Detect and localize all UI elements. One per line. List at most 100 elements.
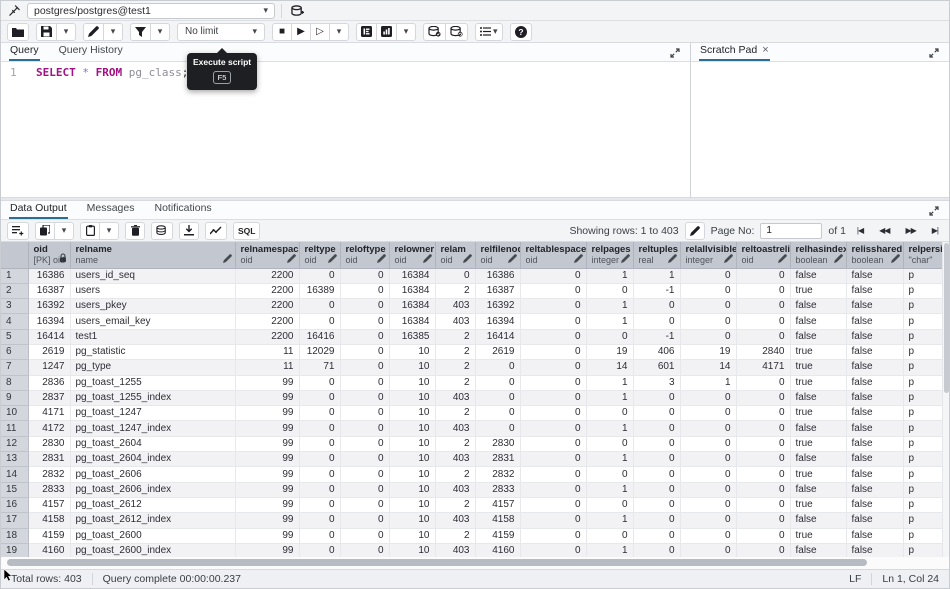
cell[interactable]: 0 <box>520 390 586 405</box>
cell[interactable]: 16414 <box>475 329 520 344</box>
cell[interactable]: 403 <box>435 543 475 557</box>
cell[interactable]: users <box>70 283 235 298</box>
cell[interactable]: 0 <box>680 421 736 436</box>
cell[interactable]: 4172 <box>28 421 70 436</box>
cell[interactable]: 2 <box>435 467 475 482</box>
cell[interactable]: false <box>846 436 903 451</box>
cell[interactable]: 0 <box>633 436 680 451</box>
row-limit-select[interactable]: No limit ▾ <box>177 23 265 41</box>
tab-messages[interactable]: Messages <box>86 199 136 219</box>
row-number[interactable]: 11 <box>1 421 28 436</box>
cell[interactable]: 0 <box>299 268 340 283</box>
cell[interactable]: false <box>846 329 903 344</box>
cell[interactable]: 16384 <box>389 283 435 298</box>
scratch-pad-content[interactable] <box>691 62 949 197</box>
cell[interactable]: 4158 <box>475 513 520 528</box>
cell[interactable]: 0 <box>736 436 790 451</box>
row-number[interactable]: 2 <box>1 283 28 298</box>
cell[interactable]: 10 <box>389 513 435 528</box>
cell[interactable]: 0 <box>520 406 586 421</box>
cell[interactable]: pg_toast_2600 <box>70 528 235 543</box>
cell[interactable]: 0 <box>736 375 790 390</box>
cell[interactable]: 12029 <box>299 344 340 359</box>
cell[interactable]: 10 <box>389 360 435 375</box>
cell[interactable]: 0 <box>299 467 340 482</box>
cell[interactable]: 406 <box>633 344 680 359</box>
next-page-button[interactable]: ▶▶ <box>900 224 920 237</box>
cell[interactable]: 0 <box>736 467 790 482</box>
grid-select-all-corner[interactable] <box>1 242 28 268</box>
cell[interactable]: false <box>846 452 903 467</box>
cell[interactable]: 0 <box>633 299 680 314</box>
cell[interactable]: 16385 <box>389 329 435 344</box>
cell[interactable]: 99 <box>235 497 299 512</box>
copy-options-button[interactable]: ▾ <box>54 222 74 240</box>
tab-scratch-pad[interactable]: Scratch Pad× <box>699 41 770 61</box>
cell[interactable]: 0 <box>340 543 389 557</box>
cell[interactable]: 0 <box>340 482 389 497</box>
save-file-button[interactable] <box>36 23 57 41</box>
execute-script-button[interactable]: ▶ <box>291 23 311 41</box>
cell[interactable]: 0 <box>299 497 340 512</box>
horizontal-scrollbar[interactable] <box>1 557 949 569</box>
cell[interactable]: 0 <box>680 452 736 467</box>
cell[interactable]: 2 <box>435 283 475 298</box>
rollback-button[interactable] <box>445 23 468 41</box>
explain-analyze-button[interactable] <box>376 23 397 41</box>
cell[interactable]: false <box>790 482 846 497</box>
cell[interactable]: 0 <box>633 314 680 329</box>
cell[interactable]: 99 <box>235 467 299 482</box>
cell[interactable]: 1 <box>680 375 736 390</box>
column-header-relallvisible[interactable]: relallvisibleinteger <box>680 242 736 268</box>
commit-button[interactable] <box>423 23 446 41</box>
cell[interactable]: false <box>790 268 846 283</box>
cell[interactable]: pg_toast_2606 <box>70 467 235 482</box>
cell[interactable]: 2200 <box>235 299 299 314</box>
cell[interactable]: 2 <box>435 360 475 375</box>
row-number[interactable]: 14 <box>1 467 28 482</box>
cell[interactable]: 0 <box>299 482 340 497</box>
cell[interactable]: 0 <box>680 299 736 314</box>
cell[interactable]: 0 <box>680 329 736 344</box>
cell[interactable]: 0 <box>586 329 633 344</box>
cancel-query-button[interactable]: ■ <box>272 23 292 41</box>
cell[interactable]: false <box>846 360 903 375</box>
cell[interactable]: pg_toast_2612 <box>70 497 235 512</box>
cell[interactable]: test1 <box>70 329 235 344</box>
cell[interactable]: 0 <box>520 543 586 557</box>
cell[interactable]: 0 <box>520 436 586 451</box>
cell[interactable]: 0 <box>520 482 586 497</box>
connection-selector[interactable]: postgres/postgres@test1 ▾ <box>27 3 275 19</box>
cell[interactable]: 99 <box>235 421 299 436</box>
cell[interactable]: 4160 <box>475 543 520 557</box>
cell[interactable]: true <box>790 360 846 375</box>
cell[interactable]: 0 <box>340 528 389 543</box>
cell[interactable]: 14 <box>680 360 736 375</box>
cell[interactable]: 16386 <box>475 268 520 283</box>
save-file-options-button[interactable]: ▾ <box>56 23 76 41</box>
cell[interactable]: 10 <box>389 543 435 557</box>
cell[interactable]: 2840 <box>736 344 790 359</box>
cell[interactable]: 10 <box>389 344 435 359</box>
cell[interactable]: 403 <box>435 314 475 329</box>
save-data-changes-button[interactable] <box>151 222 173 240</box>
cell[interactable]: 0 <box>520 528 586 543</box>
cell[interactable]: 10 <box>389 452 435 467</box>
cell[interactable]: 1 <box>586 375 633 390</box>
cell[interactable]: false <box>790 299 846 314</box>
expand-query-panel-button[interactable] <box>668 47 682 61</box>
row-number[interactable]: 5 <box>1 329 28 344</box>
row-number[interactable]: 10 <box>1 406 28 421</box>
column-header-relname[interactable]: relnamename <box>70 242 235 268</box>
cell[interactable]: 0 <box>736 421 790 436</box>
cell[interactable]: 99 <box>235 543 299 557</box>
cell[interactable]: 0 <box>299 314 340 329</box>
cell[interactable]: true <box>790 344 846 359</box>
cell[interactable]: 16392 <box>28 299 70 314</box>
cell[interactable]: 403 <box>435 452 475 467</box>
delete-row-button[interactable] <box>125 222 145 240</box>
cell[interactable]: 0 <box>633 543 680 557</box>
cell[interactable]: 4171 <box>28 406 70 421</box>
cell[interactable]: 10 <box>389 436 435 451</box>
expand-results-button[interactable] <box>927 205 941 219</box>
